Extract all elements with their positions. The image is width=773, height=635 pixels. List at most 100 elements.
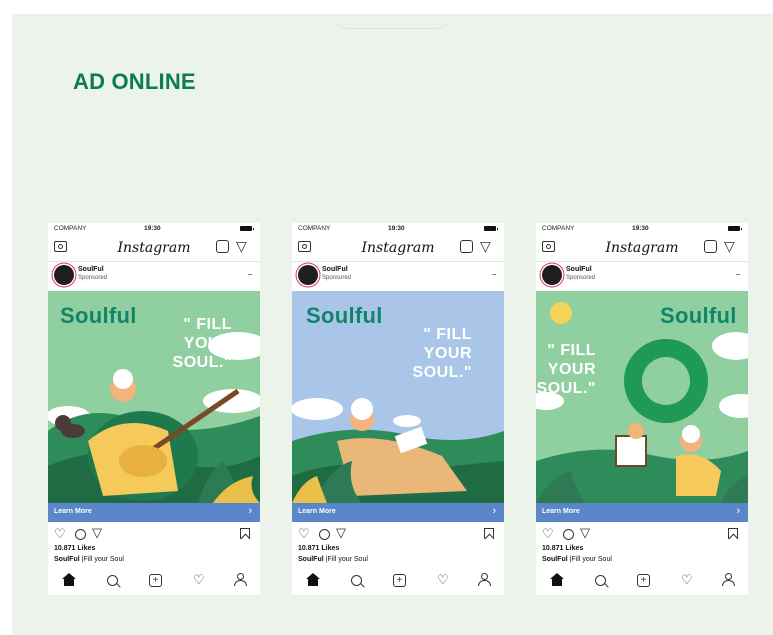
ad-tagline: " FILL YOUR SOUL.": [412, 326, 472, 381]
app-header: Instagram ▽: [292, 235, 504, 262]
igtv-icon[interactable]: [460, 240, 473, 253]
add-post-icon[interactable]: +: [149, 574, 162, 587]
more-options-icon[interactable]: ...: [491, 267, 496, 277]
bookmark-icon[interactable]: [484, 528, 494, 539]
caption-user[interactable]: SoulFul: [54, 556, 80, 563]
search-icon[interactable]: [107, 575, 118, 586]
status-carrier: COMPANY: [54, 225, 87, 232]
caption: SoulFul |Fill your Soul: [298, 556, 368, 563]
direct-message-icon[interactable]: ▽: [480, 238, 491, 255]
account-name[interactable]: SoulFul: [322, 266, 348, 273]
post-actions: ♡ ▽: [536, 525, 748, 543]
profile-icon[interactable]: [478, 573, 491, 586]
account-name[interactable]: SoulFul: [78, 266, 104, 273]
profile-icon[interactable]: [234, 573, 247, 586]
brand-logo-text: Soulful: [306, 303, 383, 328]
share-icon[interactable]: ▽: [92, 525, 102, 541]
brand-logo-text: Soulful: [660, 303, 737, 328]
likes-count[interactable]: 10.871 Likes: [298, 545, 339, 552]
igtv-icon[interactable]: [704, 240, 717, 253]
ad-image[interactable]: Soulful " FILL YOUR SOUL.": [292, 291, 504, 503]
like-heart-icon[interactable]: ♡: [54, 526, 66, 542]
post-header: SoulFul Sponsored ...: [536, 261, 748, 291]
phone-mockup-1: COMPANY 19:30 Instagram ▽ SoulFul Sponso…: [48, 223, 260, 595]
learn-more-button[interactable]: Learn More ›: [536, 503, 748, 522]
caption-text: |Fill your Soul: [79, 556, 124, 563]
caption: SoulFul |Fill your Soul: [542, 556, 612, 563]
status-bar: COMPANY 19:30: [536, 223, 748, 235]
status-carrier: COMPANY: [298, 225, 331, 232]
sponsored-label: Sponsored: [78, 275, 108, 281]
status-bar: COMPANY 19:30: [292, 223, 504, 235]
chevron-right-icon: ›: [492, 505, 496, 517]
activity-heart-icon[interactable]: ♡: [193, 572, 205, 588]
sponsored-label: Sponsored: [322, 275, 352, 281]
status-carrier: COMPANY: [542, 225, 575, 232]
status-time: 19:30: [144, 225, 161, 232]
ad-image[interactable]: Soulful " FILL YOUR SOUL.": [536, 291, 748, 503]
bottom-nav: + ♡: [292, 571, 504, 593]
caption-user[interactable]: SoulFul: [542, 556, 568, 563]
battery-icon: [240, 226, 254, 231]
learn-more-label: Learn More: [542, 508, 580, 515]
learn-more-label: Learn More: [54, 508, 92, 515]
bookmark-icon[interactable]: [240, 528, 250, 539]
status-time: 19:30: [632, 225, 649, 232]
status-bar: COMPANY 19:30: [48, 223, 260, 235]
post-header: SoulFul Sponsored ...: [48, 261, 260, 291]
like-heart-icon[interactable]: ♡: [298, 526, 310, 542]
add-post-icon[interactable]: +: [393, 574, 406, 587]
more-options-icon[interactable]: ...: [735, 267, 740, 277]
comment-icon[interactable]: [75, 529, 86, 540]
battery-icon: [728, 226, 742, 231]
avatar[interactable]: [54, 265, 74, 285]
page-title: AD ONLINE: [73, 69, 196, 94]
more-options-icon[interactable]: ...: [247, 267, 252, 277]
add-post-icon[interactable]: +: [637, 574, 650, 587]
activity-heart-icon[interactable]: ♡: [681, 572, 693, 588]
status-time: 19:30: [388, 225, 405, 232]
caption: SoulFul |Fill your Soul: [54, 556, 124, 563]
caption-user[interactable]: SoulFul: [298, 556, 324, 563]
learn-more-label: Learn More: [298, 508, 336, 515]
avatar[interactable]: [542, 265, 562, 285]
ad-panel: AD ONLINE COMPANY 19:30 Instagram ▽ Soul…: [12, 14, 773, 635]
igtv-icon[interactable]: [216, 240, 229, 253]
battery-icon: [484, 226, 498, 231]
app-header: Instagram ▽: [536, 235, 748, 262]
bookmark-icon[interactable]: [728, 528, 738, 539]
ad-image[interactable]: Soulful " FILL YOUR SOUL.": [48, 291, 260, 503]
likes-count[interactable]: 10.871 Likes: [54, 545, 95, 552]
like-heart-icon[interactable]: ♡: [542, 526, 554, 542]
app-header: Instagram ▽: [48, 235, 260, 262]
phone-mockup-3: COMPANY 19:30 Instagram ▽ SoulFul Sponso…: [536, 223, 748, 595]
direct-message-icon[interactable]: ▽: [236, 238, 247, 255]
share-icon[interactable]: ▽: [580, 525, 590, 541]
learn-more-button[interactable]: Learn More ›: [48, 503, 260, 522]
activity-heart-icon[interactable]: ♡: [437, 572, 449, 588]
caption-text: |Fill your Soul: [323, 556, 368, 563]
avatar[interactable]: [298, 265, 318, 285]
share-icon[interactable]: ▽: [336, 525, 346, 541]
search-icon[interactable]: [351, 575, 362, 586]
ad-tagline: " FILL YOUR SOUL.": [536, 342, 596, 397]
account-name[interactable]: SoulFul: [566, 266, 592, 273]
post-header: SoulFul Sponsored ...: [292, 261, 504, 291]
learn-more-button[interactable]: Learn More ›: [292, 503, 504, 522]
caption-text: |Fill your Soul: [567, 556, 612, 563]
comment-icon[interactable]: [563, 529, 574, 540]
direct-message-icon[interactable]: ▽: [724, 238, 735, 255]
likes-count[interactable]: 10.871 Likes: [542, 545, 583, 552]
bottom-nav: + ♡: [536, 571, 748, 593]
bottom-nav: + ♡: [48, 571, 260, 593]
chevron-right-icon: ›: [248, 505, 252, 517]
profile-icon[interactable]: [722, 573, 735, 586]
top-emblem-shape: [332, 14, 452, 29]
phone-mockup-2: COMPANY 19:30 Instagram ▽ SoulFul Sponso…: [292, 223, 504, 595]
brand-logo-text: Soulful: [60, 303, 137, 328]
search-icon[interactable]: [595, 575, 606, 586]
ad-tagline: " FILL YOUR SOUL.": [172, 316, 232, 371]
sponsored-label: Sponsored: [566, 275, 596, 281]
comment-icon[interactable]: [319, 529, 330, 540]
post-actions: ♡ ▽: [292, 525, 504, 543]
